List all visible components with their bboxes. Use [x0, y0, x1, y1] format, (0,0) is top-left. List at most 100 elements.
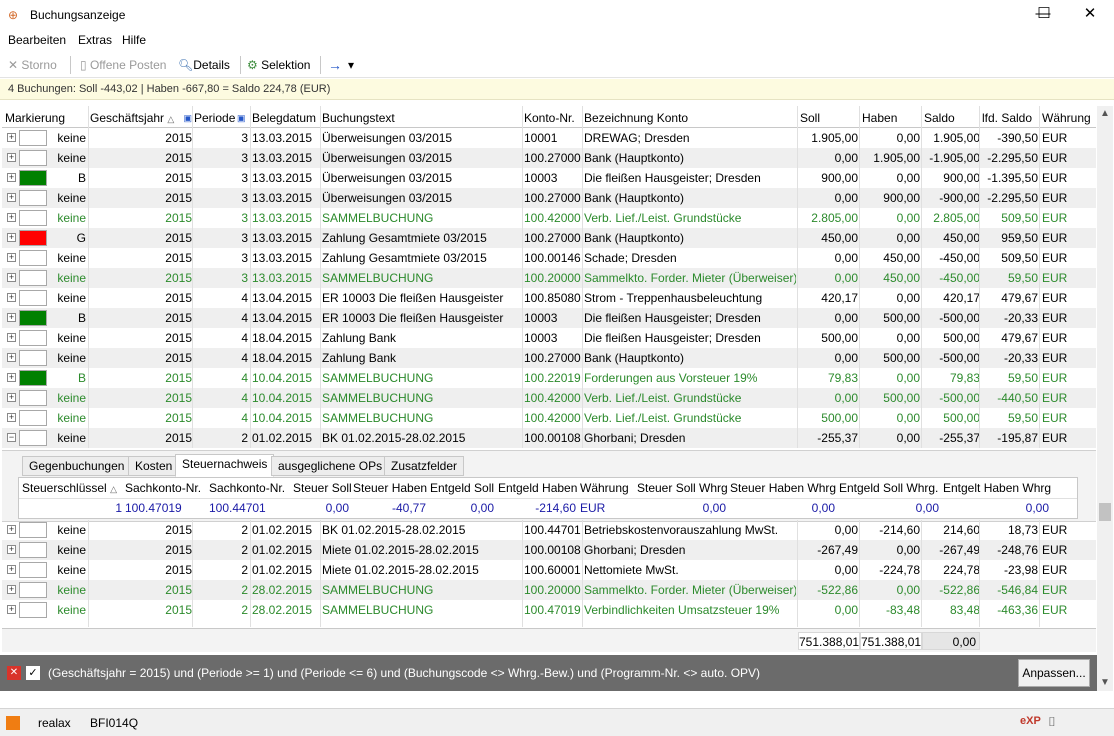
anpassen-button[interactable]: Anpassen... — [1018, 659, 1090, 687]
tab-kosten[interactable]: Kosten — [128, 456, 180, 476]
tab-ausgeglichene-ops[interactable]: ausgeglichene OPs — [271, 456, 390, 476]
expand-icon[interactable]: + — [7, 353, 16, 362]
mark-color-swatch[interactable] — [19, 430, 47, 446]
table-row[interactable]: + keine 2015 3 13.03.2015 SAMMELBUCHUNG 100.20… — [2, 268, 1096, 288]
table-row[interactable]: + keine 2015 4 18.04.2015 Zahlung Bank 100.270… — [2, 348, 1096, 368]
expand-icon[interactable]: + — [7, 173, 16, 182]
mark-color-swatch[interactable] — [19, 330, 47, 346]
menu-bearbeiten[interactable]: Bearbeiten — [8, 33, 66, 47]
expand-icon[interactable]: + — [7, 605, 16, 614]
table-row[interactable]: + B 2015 4 10.04.2015 SAMMELBUCHUNG 100.22019 F… — [2, 368, 1096, 388]
expand-icon[interactable]: + — [7, 393, 16, 402]
subcol-sachkonto-1[interactable]: Sachkonto-Nr. — [125, 478, 201, 498]
tax-value[interactable]: 0,00 — [730, 499, 835, 518]
col-geschaeftsjahr[interactable]: Geschäftsjahr △ — [90, 106, 176, 128]
expand-icon[interactable]: + — [7, 565, 16, 574]
table-row[interactable]: + keine 2015 3 13.03.2015 Überweisungen 03/20… — [2, 128, 1096, 148]
selektion-button[interactable]: ⚙ Selektion — [247, 56, 310, 74]
mark-color-swatch[interactable] — [19, 310, 47, 326]
tax-value[interactable]: EUR — [580, 499, 630, 518]
col-saldo[interactable]: Saldo — [924, 106, 980, 128]
tax-value[interactable]: 100.44701 — [209, 499, 289, 518]
mark-color-swatch[interactable] — [19, 602, 47, 618]
tax-value[interactable]: 1 — [22, 499, 122, 518]
menu-hilfe[interactable]: Hilfe — [122, 33, 146, 47]
mark-color-swatch[interactable] — [19, 410, 47, 426]
col-markierung[interactable]: Markierung — [5, 106, 89, 128]
mark-color-swatch[interactable] — [19, 350, 47, 366]
subcol-entgeld-haben[interactable]: Entgeld Haben — [498, 478, 577, 498]
table-row[interactable]: + keine 2015 2 01.02.2015 Miete 01.02.2015-28… — [2, 540, 1096, 560]
table-row[interactable]: + keine 2015 4 18.04.2015 Zahlung Bank 10003 Di… — [2, 328, 1096, 348]
export-icon[interactable]: eXP — [1020, 715, 1041, 727]
mark-color-swatch[interactable] — [19, 542, 47, 558]
scroll-down-icon[interactable]: ▼ — [1097, 675, 1113, 691]
mark-color-swatch[interactable] — [19, 370, 47, 386]
scroll-thumb[interactable] — [1099, 503, 1111, 521]
tax-value[interactable]: 100.47019 — [125, 499, 205, 518]
filter-enabled-checkbox[interactable]: ✓ — [26, 666, 40, 680]
maximize-button[interactable]: ☐ — [1021, 0, 1067, 30]
subcol-steuer-haben[interactable]: Steuer Haben — [353, 478, 427, 498]
subcol-waehrung[interactable]: Währung — [580, 478, 629, 498]
expand-icon[interactable]: + — [7, 193, 16, 202]
mark-color-swatch[interactable] — [19, 562, 47, 578]
expand-icon[interactable]: + — [7, 213, 16, 222]
close-button[interactable]: ✕ — [1067, 0, 1113, 30]
expand-icon[interactable]: + — [7, 525, 16, 534]
tab-gegenbuchungen[interactable]: Gegenbuchungen — [22, 456, 132, 476]
subcol-entgeld-soll-whrg[interactable]: Entgeld Soll Whrg. — [839, 478, 938, 498]
tax-value[interactable]: 0,00 — [637, 499, 726, 518]
mark-color-swatch[interactable] — [19, 230, 47, 246]
remove-filter-icon[interactable]: ✕ — [7, 666, 21, 680]
table-row[interactable]: + keine 2015 3 13.03.2015 SAMMELBUCHUNG 100.42… — [2, 208, 1096, 228]
mark-color-swatch[interactable] — [19, 390, 47, 406]
table-row[interactable]: + keine 2015 4 10.04.2015 SAMMELBUCHUNG 100.42… — [2, 388, 1096, 408]
mark-color-swatch[interactable] — [19, 250, 47, 266]
scroll-up-icon[interactable]: ▲ — [1097, 106, 1113, 122]
navigate-dropdown-button[interactable]: ▾ — [348, 56, 354, 74]
col-belegdatum[interactable]: Belegdatum — [252, 106, 320, 128]
table-row[interactable]: + keine 2015 3 13.03.2015 Überweisungen 03/20… — [2, 148, 1096, 168]
table-row[interactable]: + B 2015 3 13.03.2015 Überweisungen 03/2015 10… — [2, 168, 1096, 188]
subcol-steuer-haben-whrg[interactable]: Steuer Haben Whrg — [730, 478, 836, 498]
tax-value[interactable]: -214,60 — [498, 499, 576, 518]
expand-icon[interactable]: + — [7, 273, 16, 282]
mark-color-swatch[interactable] — [19, 270, 47, 286]
expand-icon[interactable]: + — [7, 413, 16, 422]
table-row[interactable]: + keine 2015 3 13.03.2015 Zahlung Gesamtmiete… — [2, 248, 1096, 268]
col-konto-nr[interactable]: Konto-Nr. — [524, 106, 580, 128]
subcol-sachkonto-2[interactable]: Sachkonto-Nr. — [209, 478, 285, 498]
mark-color-swatch[interactable] — [19, 210, 47, 226]
mark-color-swatch[interactable] — [19, 130, 47, 146]
tax-value[interactable]: 0,00 — [839, 499, 939, 518]
subcol-steuer-soll-whrg[interactable]: Steuer Soll Whrg — [637, 478, 728, 498]
col-periode[interactable]: Periode — [194, 106, 238, 128]
table-row[interactable]: − keine 2015 2 01.02.2015 BK 01.02.2015-28.02… — [2, 428, 1096, 448]
camera-icon[interactable]: ⌷ — [1048, 714, 1056, 730]
filter-icon[interactable]: ▣ — [237, 106, 249, 128]
collapse-icon[interactable]: − — [7, 433, 16, 442]
table-row[interactable]: + keine 2015 2 28.02.2015 SAMMELBUCHUNG 100.20… — [2, 580, 1096, 600]
menu-extras[interactable]: Extras — [78, 33, 112, 47]
mark-color-swatch[interactable] — [19, 582, 47, 598]
table-row[interactable]: + G 2015 3 13.03.2015 Zahlung Gesamtmiete 03/… — [2, 228, 1096, 248]
table-row[interactable]: + keine 2015 4 13.04.2015 ER 10003 Die fleiße… — [2, 288, 1096, 308]
expand-icon[interactable]: + — [7, 373, 16, 382]
tax-value[interactable]: 0,00 — [430, 499, 494, 518]
table-row[interactable]: + B 2015 4 13.04.2015 ER 10003 Die fleißen Ha… — [2, 308, 1096, 328]
table-row[interactable]: + keine 2015 2 01.02.2015 BK 01.02.2015-28.02… — [2, 520, 1096, 540]
expand-icon[interactable]: + — [7, 233, 16, 242]
expand-icon[interactable]: + — [7, 293, 16, 302]
col-buchungstext[interactable]: Buchungstext — [322, 106, 522, 128]
subcol-entgelt-haben-whrg[interactable]: Entgelt Haben Whrg — [943, 478, 1051, 498]
col-waehrung[interactable]: Währung — [1042, 106, 1096, 128]
subcol-entgeld-soll[interactable]: Entgeld Soll — [430, 478, 494, 498]
vertical-scrollbar[interactable]: ▲ ▼ — [1097, 106, 1113, 691]
mark-color-swatch[interactable] — [19, 290, 47, 306]
table-row[interactable]: + keine 2015 2 28.02.2015 SAMMELBUCHUNG 100.47… — [2, 600, 1096, 620]
tax-value[interactable]: 0,00 — [293, 499, 349, 518]
tab-zusatzfelder[interactable]: Zusatzfelder — [384, 456, 465, 476]
expand-icon[interactable]: + — [7, 333, 16, 342]
col-haben[interactable]: Haben — [862, 106, 920, 128]
